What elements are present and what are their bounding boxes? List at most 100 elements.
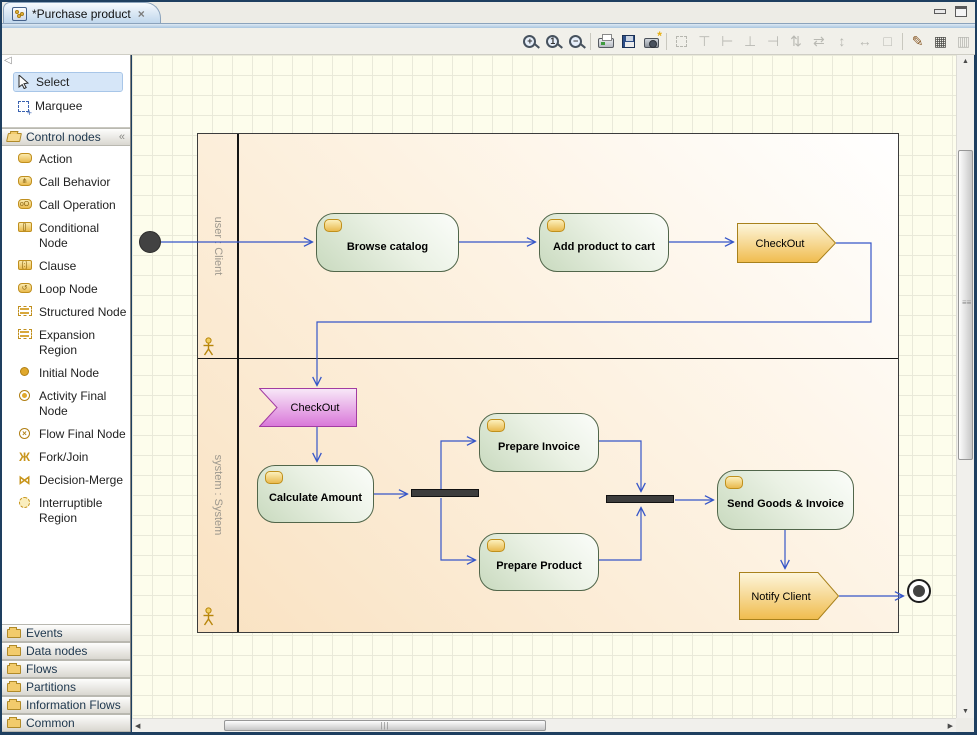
palette: ◁ Select Marquee Control nodes « Action … [2,55,131,732]
palette-item-structured-node[interactable]: Structured Node [16,305,128,320]
folder-icon [7,665,21,674]
drawer-data-nodes[interactable]: Data nodes [2,642,130,660]
match-width-icon: ↔ [853,30,876,52]
fork-bar[interactable] [411,489,479,497]
initial-node-icon [20,367,29,376]
send-signal-checkout[interactable]: CheckOut [737,223,837,264]
tool-select[interactable]: Select [14,73,122,91]
edge-fork-to-prepare-product[interactable] [441,498,475,560]
send-signal-notify-client[interactable]: Notify Client [739,572,840,621]
scroll-left-icon[interactable]: ◀ [135,722,140,730]
palette-item-fork-join[interactable]: ЖFork/Join [16,450,128,465]
maximize-icon[interactable] [955,6,967,17]
horizontal-scroll-thumb[interactable]: ||| [224,720,546,731]
tab-close-icon[interactable]: × [138,7,145,21]
vertical-scrollbar[interactable]: ▲ ≡≡ ▼ [956,55,974,718]
palette-item-interruptible-region[interactable]: Interruptible Region [16,496,128,526]
drawer-information-flows[interactable]: Information Flows [2,696,130,714]
tab-purchase-product[interactable]: *Purchase product × [3,2,161,24]
diagram-toolbar: + 1 − ⊤ ⊢ ⊥ ⊣ ⇅ ⇄ ↕ ↔ □ ✎ ▦ ▥ [2,28,975,55]
scroll-down-icon[interactable]: ▼ [962,708,969,715]
distribute-vertical-icon: ⇅ [785,30,808,52]
minimize-icon[interactable] [934,7,945,17]
action-label: Browse catalog [347,241,428,253]
open-folder-icon [6,133,22,142]
action-pin-icon [487,539,505,552]
palette-item-conditional-node[interactable]: []Conditional Node [16,221,128,251]
palette-item-loop-node[interactable]: ↺Loop Node [16,282,128,297]
distribute-horizontal-icon: ⇄ [807,30,830,52]
decision-merge-icon: ⋈ [19,474,31,486]
action-send-goods-invoice[interactable]: Send Goods & Invoice [717,470,854,530]
diagram-canvas[interactable]: user : Client system : System [132,55,956,718]
palette-item-decision-merge[interactable]: ⋈Decision-Merge [16,473,128,488]
action-prepare-product[interactable]: Prepare Product [479,533,599,591]
call-operation-icon: oO [18,199,32,209]
zoom-out-icon[interactable]: − [564,30,587,52]
action-prepare-invoice[interactable]: Prepare Invoice [479,413,599,472]
zoom-in-icon[interactable]: + [518,30,541,52]
select-cursor-icon [18,75,30,89]
palette-item-action[interactable]: Action [16,152,128,167]
note-attachment-icon[interactable]: ✎ [906,30,929,52]
autosize-icon: □ [876,30,899,52]
action-add-product[interactable]: Add product to cart [539,213,669,272]
selection-tool-icon [670,30,693,52]
palette-item-call-behavior[interactable]: ⋔Call Behavior [16,175,128,190]
horizontal-scrollbar[interactable]: ◀ ||| ▶ [132,718,956,732]
align-right-icon: ⊣ [762,30,785,52]
align-left-icon: ⊢ [716,30,739,52]
structured-node-icon [18,306,32,316]
action-pin-icon [265,471,283,484]
tool-select-label: Select [36,75,69,89]
vertical-scroll-thumb[interactable]: ≡≡ [958,150,973,460]
call-behavior-icon: ⋔ [18,176,32,186]
drawer-partitions[interactable]: Partitions [2,678,130,696]
palette-item-initial-node[interactable]: Initial Node [16,366,128,381]
drawer-pin-icon[interactable]: « [119,131,125,143]
tool-marquee[interactable]: Marquee [14,97,122,115]
initial-node[interactable] [139,231,161,253]
action-calculate-amount[interactable]: Calculate Amount [257,465,374,523]
scroll-right-icon[interactable]: ▶ [948,722,953,730]
match-height-icon: ↕ [830,30,853,52]
zoom-original-icon[interactable]: 1 [541,30,564,52]
palette-items: Action ⋔Call Behavior oOCall Operation [… [2,146,130,624]
folder-icon [7,719,21,728]
action-pin-icon [725,476,743,489]
palette-item-activity-final[interactable]: Activity Final Node [16,389,128,419]
palette-item-clause[interactable]: [:]Clause [16,259,128,274]
palette-item-call-operation[interactable]: oOCall Operation [16,198,128,213]
join-bar[interactable] [606,495,674,503]
print-icon[interactable] [594,30,617,52]
action-label: Calculate Amount [269,492,362,504]
activity-final-node[interactable] [907,579,931,603]
save-icon[interactable] [617,30,640,52]
drawer-flows[interactable]: Flows [2,660,130,678]
drawer-control-nodes[interactable]: Control nodes « [2,128,130,146]
edge-fork-to-prepare-invoice[interactable] [441,441,475,489]
activity-diagram-icon [12,7,27,21]
drawer-events[interactable]: Events [2,624,130,642]
edge-prepare-product-to-join[interactable] [599,508,641,560]
compartments-icon: ▥ [952,30,975,52]
action-pin-icon [547,219,565,232]
send-signal-label: Notify Client [751,591,810,603]
folder-icon [7,701,21,710]
palette-closed-drawers: Events Data nodes Flows Partitions Infor… [2,624,130,732]
drawer-common[interactable]: Common [2,714,130,732]
snapshot-icon[interactable] [640,30,663,52]
edge-prepare-invoice-to-join[interactable] [599,441,641,491]
palette-item-flow-final[interactable]: ×Flow Final Node [16,427,128,442]
drawer-control-nodes-label: Control nodes [26,130,101,144]
fork-join-icon: Ж [19,451,30,463]
snap-to-grid-icon[interactable]: ▦ [929,30,952,52]
folder-icon [7,629,21,638]
palette-item-expansion-region[interactable]: Expansion Region [16,328,128,358]
scroll-up-icon[interactable]: ▲ [962,58,969,65]
action-label: Add product to cart [553,241,655,253]
palette-collapse-icon[interactable]: ◁ [4,55,12,66]
action-browse-catalog[interactable]: Browse catalog [316,213,459,272]
accept-event-checkout[interactable]: CheckOut [259,388,358,428]
folder-icon [7,647,21,656]
